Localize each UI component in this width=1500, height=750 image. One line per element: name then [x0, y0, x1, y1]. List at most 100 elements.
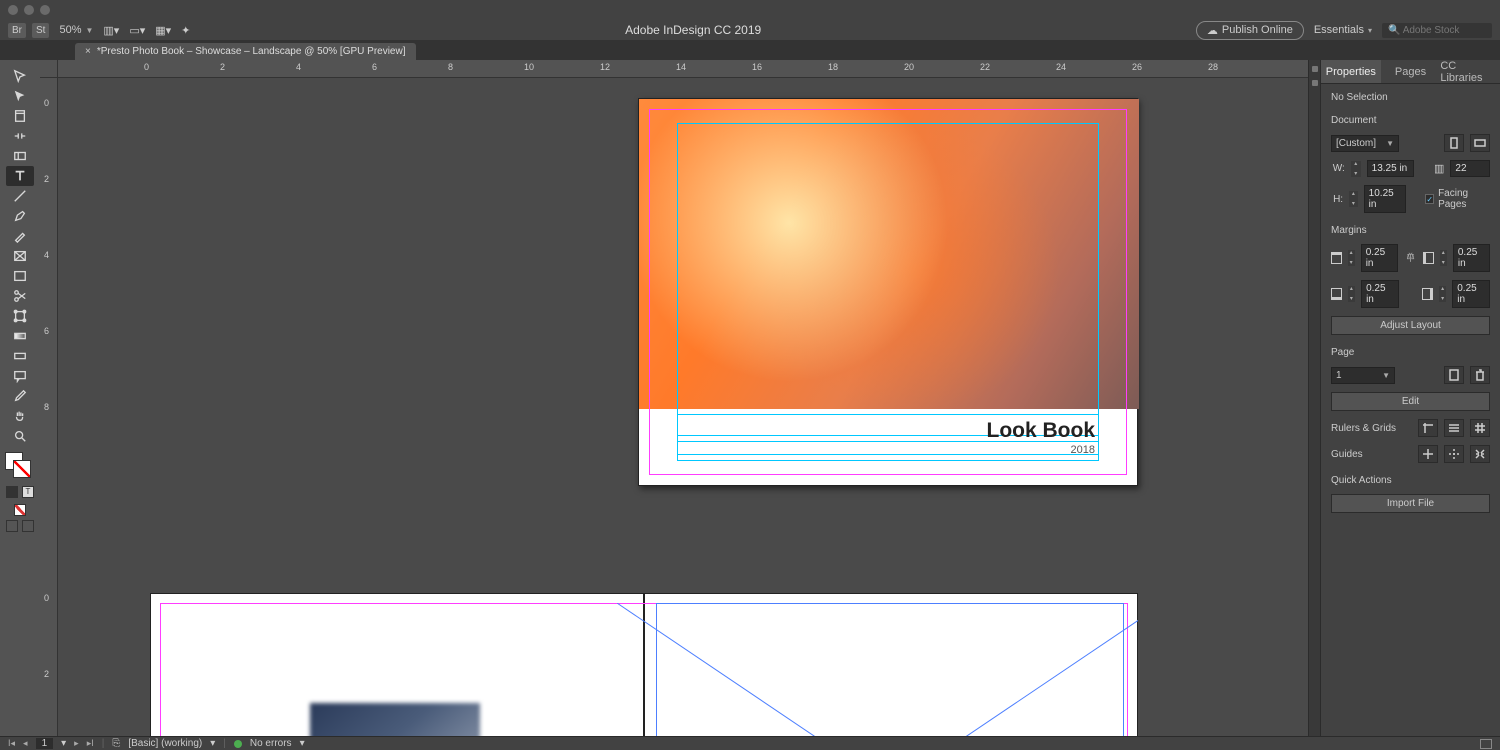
- rectangle-tool[interactable]: [6, 266, 34, 286]
- scissors-tool[interactable]: [6, 286, 34, 306]
- vertical-ruler[interactable]: 0 2 4 6 8 0 2: [40, 78, 58, 736]
- pages-count-input[interactable]: 22: [1450, 160, 1490, 177]
- margin-bottom-input[interactable]: 0.25 in: [1361, 280, 1399, 308]
- link-margins-icon[interactable]: 𐄷: [1406, 251, 1415, 266]
- placed-image-frame[interactable]: [310, 703, 480, 736]
- arrange-documents-icon[interactable]: ▦▾: [155, 24, 171, 37]
- show-guides-icon[interactable]: [1418, 445, 1438, 463]
- page-1[interactable]: Look Book 2018: [638, 98, 1138, 486]
- chevron-down-icon[interactable]: ▾: [61, 738, 66, 749]
- gpu-performance-icon[interactable]: ✦: [181, 24, 190, 37]
- edit-page-button[interactable]: Edit: [1331, 392, 1490, 411]
- tab-properties[interactable]: Properties: [1321, 60, 1381, 83]
- eyedropper-tool[interactable]: [6, 386, 34, 406]
- rectangle-frame-tool[interactable]: [6, 246, 34, 266]
- paragraph-style-status[interactable]: [Basic] (working): [128, 738, 202, 749]
- direct-selection-tool[interactable]: [6, 86, 34, 106]
- fill-stroke-swatch[interactable]: [5, 452, 35, 480]
- margin-inside-stepper[interactable]: ▴▾: [1440, 250, 1447, 266]
- publish-online-button[interactable]: ☁ Publish Online: [1196, 21, 1304, 40]
- collapsed-panel-icon[interactable]: [1312, 66, 1318, 72]
- gradient-feather-tool[interactable]: [6, 346, 34, 366]
- orientation-portrait-icon[interactable]: [1444, 134, 1464, 152]
- orientation-landscape-icon[interactable]: [1470, 134, 1490, 152]
- pencil-tool[interactable]: [6, 226, 34, 246]
- pen-tool[interactable]: [6, 206, 34, 226]
- stroke-swatch[interactable]: [13, 460, 31, 478]
- gap-tool[interactable]: [6, 126, 34, 146]
- margin-top-input[interactable]: 0.25 in: [1361, 244, 1398, 272]
- width-input[interactable]: 13.25 in: [1367, 160, 1414, 177]
- chevron-down-icon[interactable]: ▾: [300, 738, 305, 749]
- type-tool[interactable]: [6, 166, 34, 186]
- width-stepper[interactable]: ▴▾: [1351, 161, 1361, 177]
- preflight-status-label[interactable]: No errors: [250, 738, 292, 749]
- last-page-button[interactable]: ▸I: [87, 738, 94, 749]
- empty-image-frame[interactable]: [656, 603, 1124, 736]
- import-file-button[interactable]: Import File: [1331, 494, 1490, 513]
- panel-dock-gutter[interactable]: [1308, 60, 1320, 736]
- rulers-toggle-icon[interactable]: [1418, 419, 1438, 437]
- search-input[interactable]: 🔍 Adobe Stock: [1382, 23, 1492, 38]
- page-preset-select[interactable]: [Custom]▼: [1331, 135, 1399, 152]
- height-stepper[interactable]: ▴▾: [1349, 191, 1358, 207]
- lock-guides-icon[interactable]: [1470, 445, 1490, 463]
- close-window-icon[interactable]: [8, 5, 18, 15]
- tab-pages[interactable]: Pages: [1381, 60, 1441, 83]
- canvas[interactable]: 0 2 4 6 8 10 12 14 16 18 20 22 24 26 28 …: [40, 60, 1308, 736]
- note-tool[interactable]: [6, 366, 34, 386]
- minimize-window-icon[interactable]: [24, 5, 34, 15]
- document-tab[interactable]: × *Presto Photo Book – Showcase – Landsc…: [75, 43, 416, 60]
- first-page-button[interactable]: I◂: [8, 738, 15, 749]
- margin-bottom-stepper[interactable]: ▴▾: [1348, 286, 1355, 302]
- page-tool[interactable]: [6, 106, 34, 126]
- chevron-down-icon[interactable]: ▾: [210, 738, 215, 749]
- stock-button[interactable]: St: [32, 23, 49, 38]
- margin-top-stepper[interactable]: ▴▾: [1348, 250, 1355, 266]
- page-navigator-input[interactable]: 1: [36, 738, 54, 749]
- adjust-layout-button[interactable]: Adjust Layout: [1331, 316, 1490, 335]
- ruler-origin[interactable]: [40, 60, 58, 78]
- open-parent-icon[interactable]: ⎘: [112, 738, 120, 749]
- margin-outside-stepper[interactable]: ▴▾: [1439, 286, 1446, 302]
- smart-guides-icon[interactable]: [1444, 445, 1464, 463]
- formatting-text-icon[interactable]: T: [22, 486, 34, 498]
- zoom-level-select[interactable]: 50% ▼: [55, 24, 97, 36]
- line-tool[interactable]: [6, 186, 34, 206]
- horizontal-ruler[interactable]: 0 2 4 6 8 10 12 14 16 18 20 22 24 26 28: [58, 60, 1308, 78]
- new-page-icon[interactable]: [1444, 366, 1464, 384]
- page-number-select[interactable]: 1▼: [1331, 367, 1395, 384]
- hand-tool[interactable]: [6, 406, 34, 426]
- normal-view-icon[interactable]: [6, 520, 18, 532]
- height-input[interactable]: 10.25 in: [1364, 185, 1407, 213]
- cover-title[interactable]: Look Book: [987, 419, 1096, 443]
- margin-outside-input[interactable]: 0.25 in: [1452, 280, 1490, 308]
- selection-tool[interactable]: [6, 66, 34, 86]
- baseline-grid-icon[interactable]: [1444, 419, 1464, 437]
- screen-mode-icon[interactable]: ▭▾: [129, 24, 145, 37]
- zoom-tool[interactable]: [6, 426, 34, 446]
- bridge-button[interactable]: Br: [8, 23, 26, 38]
- apply-none-icon[interactable]: [14, 504, 26, 516]
- zoom-window-icon[interactable]: [40, 5, 50, 15]
- collapsed-panel-icon[interactable]: [1312, 80, 1318, 86]
- close-tab-icon[interactable]: ×: [85, 46, 91, 57]
- delete-page-icon[interactable]: [1470, 366, 1490, 384]
- formatting-container-icon[interactable]: [6, 486, 18, 498]
- cover-year[interactable]: 2018: [1071, 444, 1095, 456]
- tab-cc-libraries[interactable]: CC Libraries: [1440, 60, 1500, 83]
- prev-page-button[interactable]: ◂: [23, 738, 28, 749]
- margin-inside-input[interactable]: 0.25 in: [1453, 244, 1490, 272]
- gradient-swatch-tool[interactable]: [6, 326, 34, 346]
- view-options-icon[interactable]: ▥▾: [103, 24, 119, 37]
- preview-view-icon[interactable]: [22, 520, 34, 532]
- preflight-status-icon[interactable]: [234, 740, 242, 748]
- content-collector-tool[interactable]: [6, 146, 34, 166]
- next-page-button[interactable]: ▸: [74, 738, 79, 749]
- document-grid-icon[interactable]: [1470, 419, 1490, 437]
- workspace-select[interactable]: Essentials ▾: [1314, 24, 1372, 36]
- free-transform-tool[interactable]: [6, 306, 34, 326]
- split-view-icon[interactable]: [1480, 739, 1492, 749]
- spread-2[interactable]: [150, 593, 1138, 736]
- facing-pages-checkbox[interactable]: ✓: [1425, 194, 1434, 204]
